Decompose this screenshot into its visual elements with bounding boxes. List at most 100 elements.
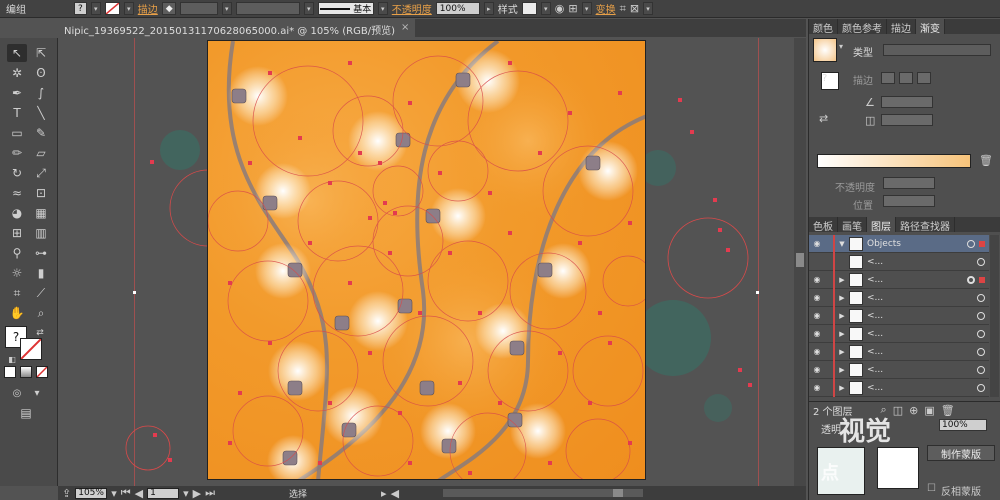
rotate-tool-icon[interactable]: ↻ — [7, 164, 27, 182]
layers-scrollbar[interactable] — [990, 235, 999, 397]
target-icon[interactable] — [977, 257, 985, 266]
none-mode-icon[interactable] — [36, 366, 48, 378]
close-icon[interactable]: × — [401, 22, 409, 34]
aspect-ratio-field[interactable] — [881, 114, 933, 126]
draw-mode-dropdown-icon[interactable]: ▾ — [27, 384, 47, 402]
eye-icon[interactable]: ◉ — [809, 365, 825, 374]
target-icon[interactable] — [967, 239, 975, 248]
prev-artboard-icon[interactable]: ◀ — [135, 487, 143, 500]
lasso-tool-icon[interactable]: ʘ — [31, 64, 51, 82]
tab-swatches[interactable]: 色板 — [809, 217, 838, 233]
symbol-sprayer-tool-icon[interactable]: ☼ — [7, 264, 27, 282]
last-artboard-icon[interactable]: ⏭ — [205, 486, 215, 500]
paintbrush-tool-icon[interactable]: ✎ — [31, 124, 51, 142]
curvature-tool-icon[interactable]: ∫ — [31, 84, 51, 102]
width-tool-icon[interactable]: ≈ — [7, 184, 27, 202]
type-select[interactable] — [883, 44, 991, 56]
align-dropdown[interactable]: ▾ — [581, 2, 592, 15]
collapse-icon[interactable]: ▼ — [835, 240, 849, 248]
opacity-label[interactable]: 不透明度 — [392, 1, 432, 16]
vertical-scrollbar[interactable] — [794, 38, 806, 486]
stop-position-field[interactable] — [883, 195, 935, 207]
eye-icon[interactable]: ◉ — [809, 239, 825, 248]
layer-name[interactable]: <... — [867, 311, 977, 321]
align-icon[interactable]: ⊞ — [568, 2, 577, 15]
expand-icon[interactable]: ▶ — [835, 384, 849, 392]
slice-tool-icon[interactable]: ⟋ — [31, 284, 51, 302]
scrollbar-thumb[interactable] — [613, 489, 624, 497]
angle-field[interactable] — [881, 96, 933, 108]
expand-icon[interactable]: ▶ — [835, 276, 849, 284]
gradient-preview[interactable] — [813, 38, 837, 62]
tab-layers[interactable]: 图层 — [867, 217, 896, 233]
invert-mask-checkbox[interactable]: ☐ — [927, 483, 936, 494]
gradient-tool-icon[interactable]: ▥ — [31, 224, 51, 242]
target-icon[interactable] — [977, 383, 985, 392]
target-icon[interactable] — [977, 329, 985, 338]
zoom-dropdown-icon[interactable]: ▾ — [111, 487, 117, 500]
layer-row[interactable]: ◉ ▶ <... — [809, 324, 989, 343]
blend-tool-icon[interactable]: ⊶ — [31, 244, 51, 262]
mesh-tool-icon[interactable]: ⊞ — [7, 224, 27, 242]
layer-name[interactable]: <... — [867, 257, 977, 267]
draw-mode-icon[interactable]: ◎ — [7, 384, 27, 402]
perspective-grid-tool-icon[interactable]: ▦ — [31, 204, 51, 222]
opacity-field[interactable]: 100% — [435, 2, 480, 15]
transform-label[interactable]: 变换 — [596, 1, 616, 16]
gradient-fill-stroke-icon[interactable]: ? — [821, 72, 839, 90]
scrollbar-thumb[interactable] — [796, 253, 804, 267]
stroke-weight-stepper[interactable]: ◆ — [161, 2, 176, 15]
layer-name[interactable]: <... — [867, 329, 977, 339]
artboard[interactable] — [207, 40, 646, 480]
delete-stop-icon[interactable]: 🗑 — [979, 154, 993, 167]
stop-opacity-field[interactable] — [883, 177, 935, 189]
variable-width-field[interactable] — [235, 2, 300, 15]
expand-icon[interactable]: ▶ — [835, 312, 849, 320]
transparency-opacity-field[interactable]: 100% — [939, 419, 987, 431]
eye-icon[interactable]: ◉ — [809, 329, 825, 338]
tab-brushes[interactable]: 画笔 — [838, 217, 867, 233]
tab-pathfinder[interactable]: 路径查找器 — [896, 217, 955, 233]
stroke-across-icon[interactable] — [917, 72, 931, 84]
eye-icon[interactable]: ◉ — [809, 275, 825, 284]
recolor-icon[interactable]: ◉ — [555, 2, 565, 15]
next-artboard-icon[interactable]: ▶ — [193, 487, 201, 500]
mask-thumbnail[interactable] — [877, 447, 919, 489]
eye-icon[interactable]: ◉ — [809, 383, 825, 392]
stroke-label[interactable]: 描边 — [138, 1, 158, 16]
magic-wand-tool-icon[interactable]: ✲ — [7, 64, 27, 82]
stroke-weight-dropdown[interactable]: ▾ — [221, 2, 232, 15]
target-icon[interactable] — [977, 365, 985, 374]
style-swatch[interactable] — [521, 2, 537, 15]
zoom-tool-icon[interactable]: ⌕ — [31, 304, 51, 322]
layer-name[interactable]: <... — [867, 293, 977, 303]
isolate-icon[interactable]: ⌗ — [620, 2, 626, 16]
expand-icon[interactable]: ▶ — [835, 294, 849, 302]
target-icon[interactable] — [977, 293, 985, 302]
layer-row[interactable]: ◉ ▶ <... — [809, 288, 989, 307]
screen-mode-icon[interactable]: ▤ — [16, 404, 36, 422]
selection-tool-icon[interactable]: ↖ — [7, 44, 27, 62]
artboard-tool-icon[interactable]: ⌗ — [7, 284, 27, 302]
arrange-dropdown[interactable]: ▾ — [643, 2, 654, 15]
rectangle-tool-icon[interactable]: ▭ — [7, 124, 27, 142]
expand-icon[interactable]: ▶ — [835, 330, 849, 338]
variable-width-dropdown[interactable]: ▾ — [303, 2, 314, 15]
expand-icon[interactable]: ▶ — [835, 366, 849, 374]
free-transform-tool-icon[interactable]: ⊡ — [31, 184, 51, 202]
direct-selection-tool-icon[interactable]: ⇱ — [31, 44, 51, 62]
stroke-style-dropdown[interactable]: ▾ — [377, 2, 388, 15]
line-tool-icon[interactable]: ╲ — [31, 104, 51, 122]
layer-name[interactable]: <... — [867, 365, 977, 375]
layer-row[interactable]: ◉ ▶ <... — [809, 378, 989, 397]
selection-indicator[interactable] — [979, 240, 985, 247]
layer-row-objects[interactable]: ◉ ▼ Objects — [809, 234, 989, 253]
document-tab[interactable]: Nipic_19369522_20150131170628065000.ai* … — [58, 19, 416, 37]
target-icon[interactable] — [977, 347, 985, 356]
tab-color[interactable]: 颜色 — [809, 19, 838, 35]
target-icon[interactable] — [967, 275, 975, 284]
opacity-dropdown[interactable]: ▸ — [483, 2, 494, 15]
stroke-style-box[interactable]: 基本 — [317, 2, 374, 15]
stroke-swatch[interactable] — [104, 2, 120, 15]
color-mode-icon[interactable] — [4, 366, 16, 378]
